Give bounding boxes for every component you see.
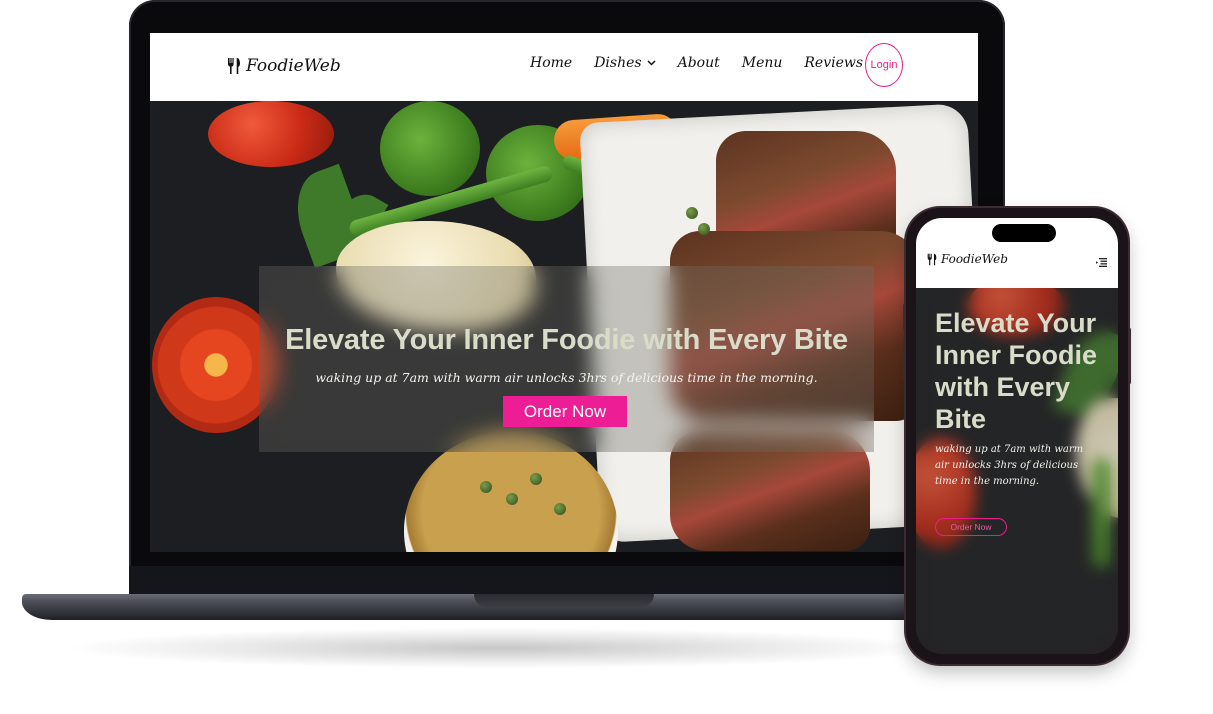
brand-name: FoodieWeb [246,56,341,76]
menu-icon[interactable] [1096,258,1107,267]
phone-screen: FoodieWeb Elevate Your Inner Foodie with… [916,218,1118,654]
nav-item-menu[interactable]: Menu [742,55,783,71]
mobile-hero-subtitle: waking up at 7am with warm air unlocks 3… [935,444,1084,487]
logo[interactable]: FoodieWeb [226,53,341,79]
phone-side-button [1128,328,1131,384]
login-button[interactable]: Login [865,43,903,87]
laptop-notch [474,594,654,608]
site-header: FoodieWeb Home Dishes About Menu Reviews… [150,33,978,101]
nav-item-label: About [677,55,720,71]
nav-item-reviews[interactable]: Reviews [804,55,863,71]
laptop-shadow [70,628,930,668]
peppercorn-image [480,481,492,493]
hero-overlay: Elevate Your Inner Foodie with Every Bit… [259,266,874,452]
broccoli-image [380,101,480,196]
nav-item-label: Dishes [594,55,642,71]
nav-item-home[interactable]: Home [530,55,572,71]
mobile-order-now-button[interactable]: Order Now [935,518,1007,536]
hero-subtitle: waking up at 7am with warm air unlocks 3… [315,370,818,385]
peppercorn-image [506,493,518,505]
mobile-hero-title: Elevate Your Inner Foodie with Every Bit… [935,308,1097,434]
nav-item-label: Home [530,55,573,71]
hero-title: Elevate Your Inner Foodie with Every Bit… [285,324,848,356]
peppercorn-image [530,473,542,485]
phone-side-button [903,340,906,380]
phone-frame: FoodieWeb Elevate Your Inner Foodie with… [903,208,1131,664]
fork-knife-icon [927,253,937,265]
nav-item-about[interactable]: About [678,55,720,71]
nav-item-dishes[interactable]: Dishes [594,55,656,71]
fork-knife-icon [228,58,240,74]
phone-side-button [903,304,906,330]
chevron-down-icon [647,60,656,66]
dynamic-island [992,224,1056,242]
nav-item-label: Menu [741,55,783,71]
order-now-button[interactable]: Order Now [503,396,627,427]
laptop-screen: FoodieWeb Home Dishes About Menu Reviews… [150,33,978,552]
peppercorn-image [554,503,566,515]
peppercorn-image [686,207,698,219]
peppercorn-image [698,223,710,235]
laptop-chin [129,566,1005,594]
main-nav: Home Dishes About Menu Reviews [530,55,885,71]
mobile-brand-name: FoodieWeb [941,252,1008,266]
mobile-logo[interactable]: FoodieWeb [926,252,1008,266]
tomato-image [208,101,334,167]
nav-item-label: Reviews [804,55,864,71]
